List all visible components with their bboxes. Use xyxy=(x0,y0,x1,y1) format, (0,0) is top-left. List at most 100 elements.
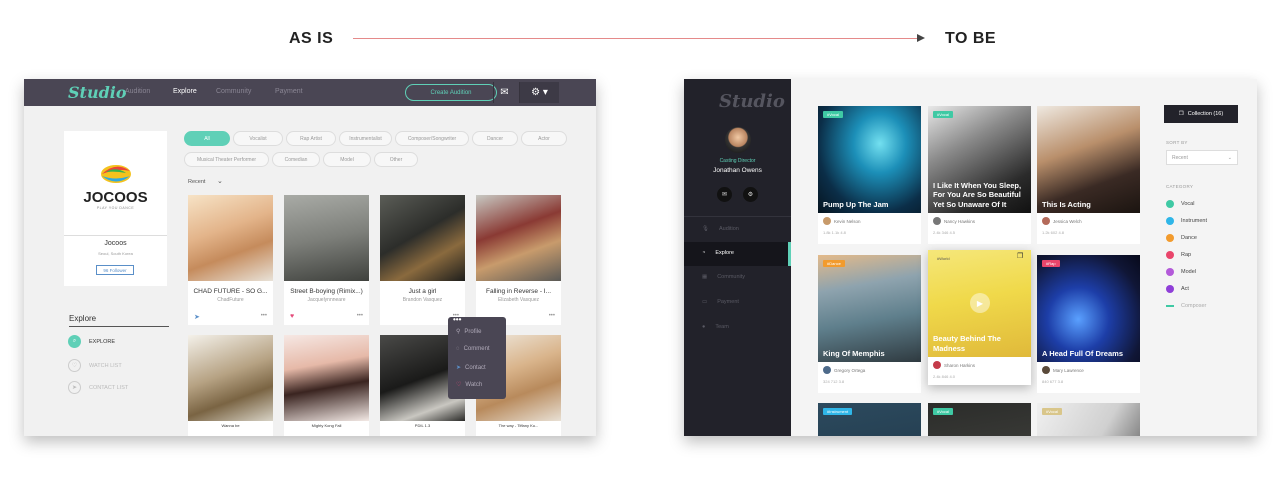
card-thumbnail[interactable]: #Vocal xyxy=(1037,403,1140,436)
menu-item-contact[interactable]: ➤ Contact xyxy=(456,364,486,372)
more-icon[interactable]: ••• xyxy=(261,313,267,319)
contactlist-nav-item[interactable]: ➤ CONTACT LIST xyxy=(68,381,128,394)
card-thumbnail[interactable] xyxy=(188,335,273,421)
filter-vocalist[interactable]: Vocalist xyxy=(233,131,283,146)
card-thumbnail[interactable]: #World ▶ Beauty Behind The Madness xyxy=(928,250,1031,357)
studio-logo[interactable]: Studio xyxy=(719,91,785,112)
content-card[interactable]: #Vocal Pump Up The Jam Kevin Nelson 1.8k… xyxy=(818,106,921,244)
card-thumbnail[interactable] xyxy=(476,195,561,281)
watchlist-nav-item[interactable]: ♡ WATCH LIST xyxy=(68,359,122,372)
category-instrument[interactable]: Instrument xyxy=(1166,217,1207,225)
settings-icon[interactable]: ⚙ xyxy=(743,187,758,202)
menu-label: Contact xyxy=(465,364,486,371)
filter-all[interactable]: All xyxy=(184,131,230,146)
filter-musical-theater[interactable]: Musical Theater Performer xyxy=(184,152,269,167)
menu-item-profile[interactable]: ⚲ Profile xyxy=(456,328,481,336)
content-card[interactable]: #Vocal I Like It When You Sleep, For You… xyxy=(928,106,1031,244)
collection-button[interactable]: ❐ Collection (16) xyxy=(1164,105,1238,123)
nav-payment[interactable]: Payment xyxy=(275,88,303,95)
category-vocal[interactable]: Vocal xyxy=(1166,200,1194,208)
menu-item-watch[interactable]: ♡ Watch xyxy=(456,381,482,389)
content-card[interactable]: #Instrument xyxy=(818,403,921,436)
card-title[interactable]: PDIL 1.3 xyxy=(380,423,465,428)
category-composer[interactable]: Composer xyxy=(1166,303,1206,309)
content-card[interactable]: #Rap A Head Full Of Dreams Mary Lawrence… xyxy=(1037,255,1140,393)
card-title[interactable]: This Is Acting xyxy=(1042,200,1135,209)
sort-select[interactable]: Recent xyxy=(188,179,205,185)
collection-add-icon[interactable]: ❐ xyxy=(1017,252,1023,260)
content-card[interactable]: Mighty Kong Fall xyxy=(284,335,369,436)
card-thumbnail[interactable]: #Vocal xyxy=(928,403,1031,436)
sidebar-item-explore[interactable]: ◔ Explore xyxy=(702,250,734,256)
content-card[interactable]: CHAD FUTURE - SO G... ChadFuture ➤ ••• xyxy=(188,195,273,325)
more-icon[interactable]: ••• xyxy=(357,313,363,319)
filter-instrumentalist[interactable]: Instrumentalist xyxy=(339,131,392,146)
studio-logo[interactable]: Studio xyxy=(68,83,127,102)
sort-select[interactable]: Recent ⌄ xyxy=(1166,150,1238,165)
filter-dancer[interactable]: Dancer xyxy=(472,131,518,146)
filter-other[interactable]: Other xyxy=(374,152,418,167)
card-thumbnail[interactable]: #Vocal I Like It When You Sleep, For You… xyxy=(928,106,1031,213)
card-thumbnail[interactable] xyxy=(284,335,369,421)
mail-icon[interactable]: ✉ xyxy=(717,187,732,202)
create-audition-button[interactable]: Create Audition xyxy=(405,84,497,101)
category-dance[interactable]: Dance xyxy=(1166,234,1197,242)
menu-item-comment[interactable]: ◌ Comment xyxy=(456,346,490,352)
mail-icon[interactable]: ✉ xyxy=(493,82,515,103)
card-title[interactable]: Wanna be xyxy=(188,423,273,428)
card-title[interactable]: Just a girl xyxy=(380,288,465,295)
content-card-hover[interactable]: #World ▶ Beauty Behind The Madness Sharo… xyxy=(928,250,1031,385)
card-thumbnail[interactable] xyxy=(380,195,465,281)
content-card[interactable]: #Vocal xyxy=(928,403,1031,436)
send-icon[interactable]: ➤ xyxy=(194,313,200,321)
follower-button[interactable]: 96 Follower xyxy=(96,265,134,275)
category-rap[interactable]: Rap xyxy=(1166,251,1191,259)
card-title[interactable]: The way - Tiffany Ku... xyxy=(476,423,561,428)
sidebar-item-team[interactable]: ● Team xyxy=(702,324,729,330)
card-title[interactable]: Falling in Reverse - I... xyxy=(476,288,561,295)
card-thumbnail[interactable] xyxy=(188,195,273,281)
play-icon[interactable]: ▶ xyxy=(970,293,990,313)
sidebar-item-audition[interactable]: 🎙︎ Audition xyxy=(702,226,739,232)
card-title[interactable]: I Like It When You Sleep, For You Are So… xyxy=(933,181,1026,209)
card-thumbnail[interactable]: #Instrument xyxy=(818,403,921,436)
filter-actor[interactable]: Actor xyxy=(521,131,567,146)
filter-comedian[interactable]: Comedian xyxy=(272,152,320,167)
content-card[interactable]: Falling in Reverse - I... Elizabeth Vasq… xyxy=(476,195,561,325)
card-thumbnail[interactable] xyxy=(284,195,369,281)
card-title[interactable]: Pump Up The Jam xyxy=(823,200,916,209)
explore-nav-item[interactable]: ⌕ EXPLORE xyxy=(68,335,115,348)
content-card[interactable]: This Is Acting Jessica Welch 1.2k 602 4.… xyxy=(1037,106,1140,244)
more-icon[interactable]: ••• xyxy=(453,315,461,324)
content-card[interactable]: #Vocal xyxy=(1037,403,1140,436)
filter-composer[interactable]: Composer/Songwriter xyxy=(395,131,469,146)
sidebar-item-community[interactable]: ▦ Community xyxy=(702,274,745,280)
card-title[interactable]: A Head Full Of Dreams xyxy=(1042,349,1135,358)
content-card[interactable]: Wanna be xyxy=(188,335,273,436)
card-thumbnail[interactable]: #Dance King Of Memphis xyxy=(818,255,921,362)
more-icon[interactable]: ••• xyxy=(549,313,555,319)
heart-icon[interactable]: ♥ xyxy=(290,313,294,320)
content-card[interactable]: Street B-boying (Rimix...) Jacquelynnnea… xyxy=(284,195,369,325)
content-card[interactable]: #Dance King Of Memphis Gregory Ortega 32… xyxy=(818,255,921,393)
category-model[interactable]: Model xyxy=(1166,268,1196,276)
nav-community[interactable]: Community xyxy=(216,88,251,95)
sidebar-item-payment[interactable]: ▭ Payment xyxy=(702,299,739,305)
card-title[interactable]: Street B-boying (Rimix...) xyxy=(284,288,369,295)
card-title[interactable]: King Of Memphis xyxy=(823,349,916,358)
filter-rap-artist[interactable]: Rap Artist xyxy=(286,131,336,146)
content-card[interactable]: Just a girl Brandon Vasquez ••• xyxy=(380,195,465,325)
card-title[interactable]: Beauty Behind The Madness xyxy=(933,334,1026,353)
card-title[interactable]: CHAD FUTURE - SO G... xyxy=(188,288,273,295)
card-thumbnail[interactable]: #Vocal Pump Up The Jam xyxy=(818,106,921,213)
card-thumbnail[interactable]: This Is Acting xyxy=(1037,106,1140,213)
chevron-down-icon[interactable]: ⌄ xyxy=(217,177,223,185)
gear-icon[interactable]: ⚙ ▾ xyxy=(519,82,559,103)
category-act[interactable]: Act xyxy=(1166,285,1189,293)
nav-explore[interactable]: Explore xyxy=(173,88,197,95)
nav-audition[interactable]: Audition xyxy=(125,88,150,95)
card-thumbnail[interactable]: #Rap A Head Full Of Dreams xyxy=(1037,255,1140,362)
avatar[interactable] xyxy=(725,127,751,153)
filter-model[interactable]: Model xyxy=(323,152,371,167)
card-title[interactable]: Mighty Kong Fall xyxy=(284,423,369,428)
